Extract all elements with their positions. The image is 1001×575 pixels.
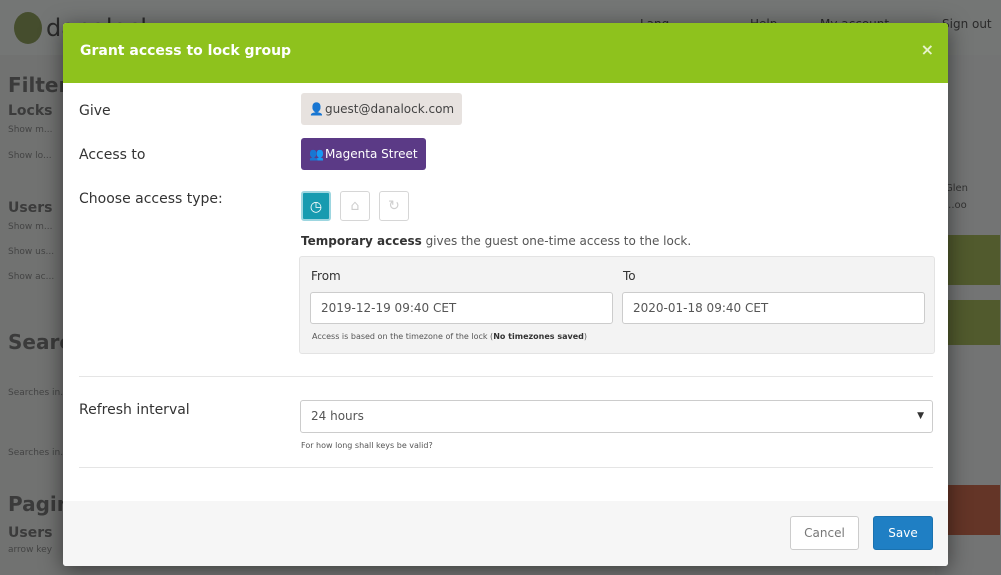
lock-group-name: Magenta Street bbox=[324, 147, 418, 161]
timezone-note-text: Access is based on the timezone of the l… bbox=[312, 332, 494, 341]
from-date-input[interactable]: 2019-12-19 09:40 CET bbox=[310, 292, 613, 324]
save-button[interactable]: Save bbox=[873, 516, 933, 550]
clock-icon: ◷ bbox=[309, 199, 323, 215]
timezone-note: Access is based on the timezone of the l… bbox=[312, 332, 587, 341]
modal-title: Grant access to lock group bbox=[80, 43, 292, 59]
timezone-note-end: ) bbox=[583, 332, 587, 341]
refresh-interval-help: For how long shall keys be valid? bbox=[301, 441, 433, 450]
caret-down-icon: ▼ bbox=[917, 411, 924, 421]
user-icon: 👤 bbox=[309, 102, 324, 116]
date-range-panel: From To 2019-12-19 09:40 CET 2020-01-18 … bbox=[299, 256, 935, 354]
modal-footer: Cancel Save bbox=[63, 501, 948, 566]
modal-header: Grant access to lock group × bbox=[63, 23, 948, 83]
access-type-label: Choose access type: bbox=[79, 191, 223, 207]
access-type-detail: gives the guest one-time access to the l… bbox=[421, 234, 692, 248]
lock-group-chip: 👥Magenta Street bbox=[301, 138, 426, 170]
temporary-access-button[interactable]: ◷ bbox=[301, 191, 331, 221]
recurring-access-button[interactable]: ↻ bbox=[379, 191, 409, 221]
home-icon: ⌂ bbox=[350, 198, 360, 214]
group-icon: 👥 bbox=[309, 147, 324, 161]
access-type-description: Temporary access gives the guest one-tim… bbox=[301, 234, 691, 248]
give-label: Give bbox=[79, 103, 111, 119]
refresh-interval-value: 24 hours bbox=[311, 409, 364, 423]
guest-email: guest@danalock.com bbox=[324, 102, 455, 116]
close-icon[interactable]: × bbox=[921, 40, 934, 59]
access-type-name: Temporary access bbox=[301, 234, 422, 248]
from-label: From bbox=[311, 269, 341, 283]
guest-user-chip: 👤guest@danalock.com bbox=[301, 93, 463, 125]
access-to-label: Access to bbox=[79, 147, 146, 163]
refresh-icon: ↻ bbox=[388, 198, 400, 214]
divider bbox=[79, 376, 933, 377]
to-date-input[interactable]: 2020-01-18 09:40 CET bbox=[622, 292, 925, 324]
grant-access-modal: Grant access to lock group × Give 👤guest… bbox=[63, 23, 948, 566]
divider bbox=[79, 467, 933, 468]
refresh-interval-select[interactable]: 24 hours ▼ bbox=[300, 400, 933, 433]
refresh-interval-label: Refresh interval bbox=[79, 402, 190, 418]
cancel-button[interactable]: Cancel bbox=[790, 516, 859, 550]
timezone-note-status: No timezones saved bbox=[493, 332, 584, 341]
to-label: To bbox=[623, 269, 636, 283]
permanent-access-button[interactable]: ⌂ bbox=[340, 191, 370, 221]
